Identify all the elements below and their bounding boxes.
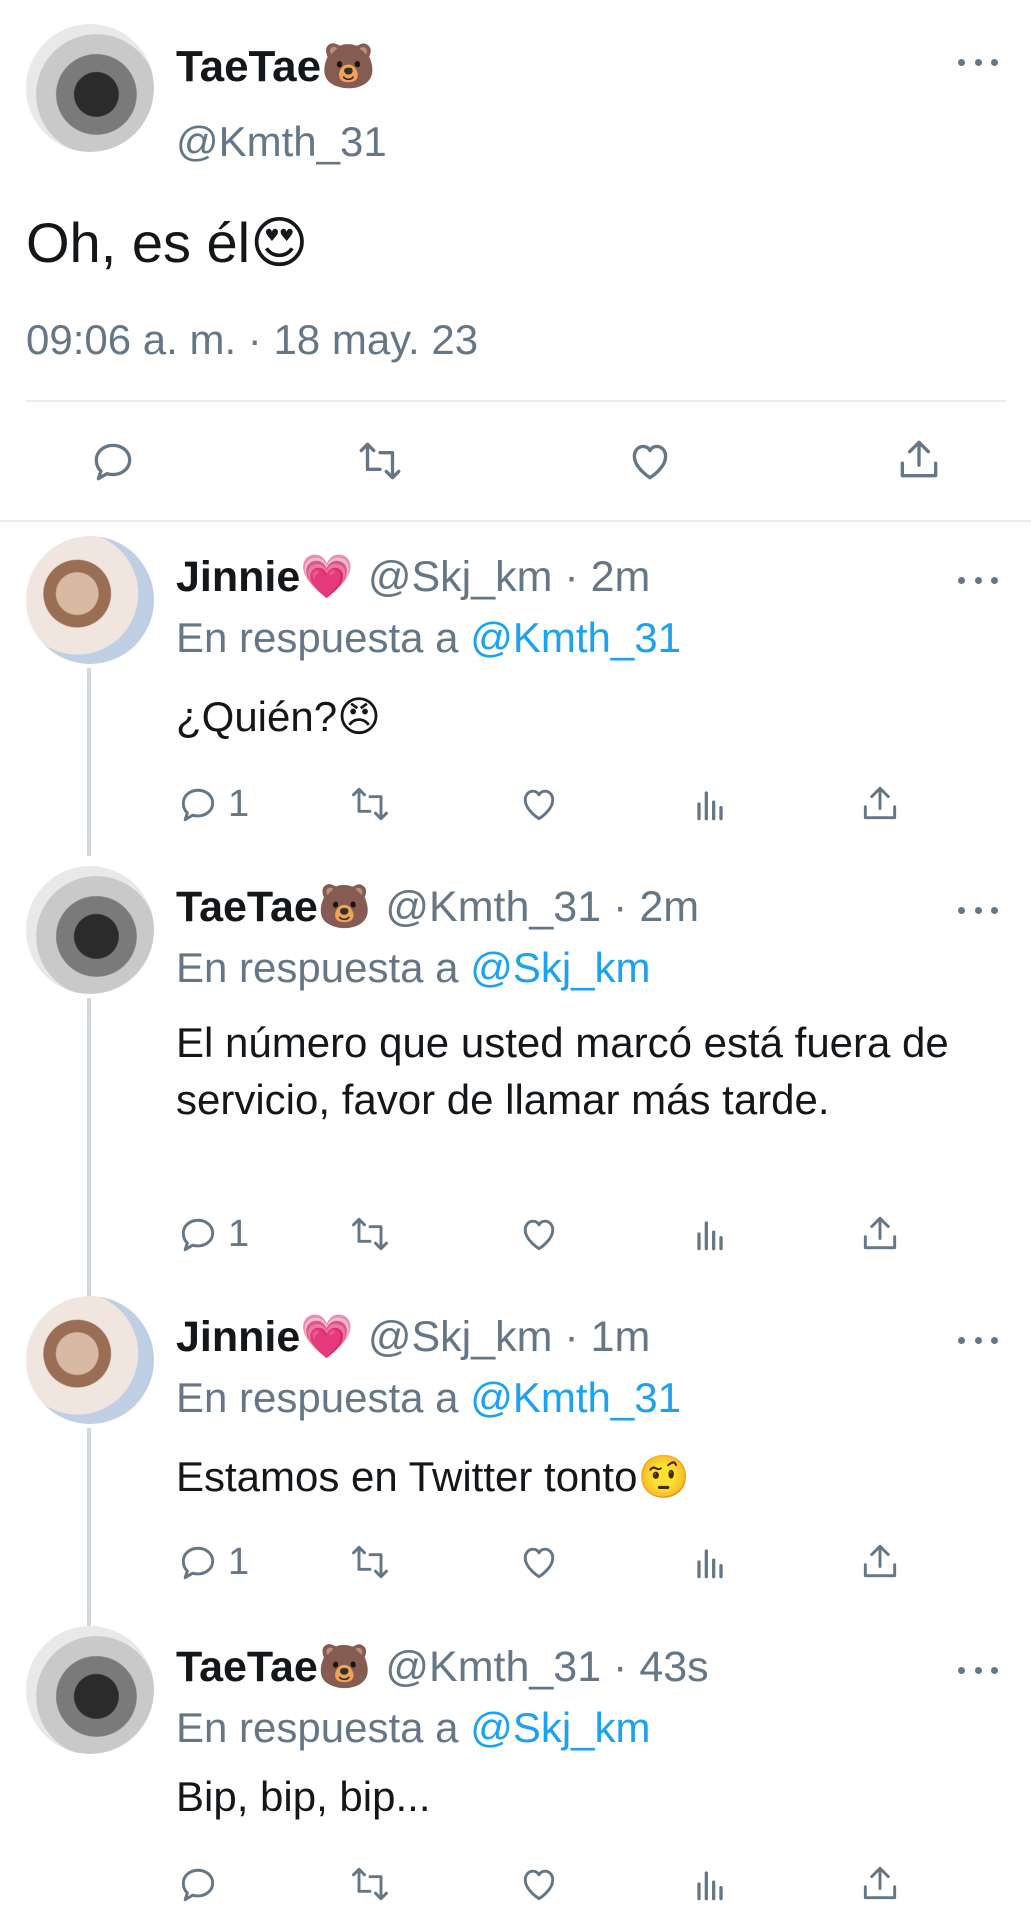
avatar[interactable] — [26, 1626, 154, 1754]
mention-link[interactable]: @Kmth_31 — [470, 614, 681, 661]
reply-text-body: Estamos en Twitter tonto — [176, 1453, 638, 1500]
reply-text: Bip, bip, bip... — [176, 1768, 976, 1825]
more-icon[interactable] — [958, 1334, 998, 1346]
reply-header: Jinnie💗 @Skj_km · 1m — [176, 1312, 650, 1362]
more-icon[interactable] — [958, 1664, 998, 1676]
heart-eyes-emoji: 😍 — [250, 211, 309, 276]
author-name[interactable]: TaeTae🐻 — [176, 40, 376, 92]
more-icon[interactable] — [958, 56, 998, 68]
author-handle-time: @Skj_km · 2m — [367, 553, 651, 601]
in-reply-to: En respuesta a @Skj_km — [176, 944, 651, 992]
retweet-icon[interactable] — [346, 782, 394, 826]
author-handle[interactable]: @Kmth_31 — [176, 118, 387, 166]
author-name[interactable]: Jinnie — [176, 553, 300, 601]
divider — [26, 400, 1006, 402]
reply-icon[interactable] — [176, 782, 220, 826]
reply-tweet[interactable]: TaeTae🐻 @Kmth_31 · 43s En respuesta a @Sk… — [0, 1626, 1031, 1920]
reply-header: Jinnie💗 @Skj_km · 2m — [176, 552, 650, 602]
author-handle-time: @Kmth_31 · 43s — [385, 1643, 709, 1691]
analytics-icon[interactable] — [688, 782, 732, 826]
analytics-icon[interactable] — [688, 1212, 732, 1256]
in-reply-label: En respuesta a — [176, 944, 459, 991]
avatar[interactable] — [26, 536, 154, 664]
author-name[interactable]: TaeTae — [176, 1643, 318, 1691]
in-reply-label: En respuesta a — [176, 1704, 459, 1751]
author-name[interactable]: Jinnie — [176, 1313, 300, 1361]
analytics-icon[interactable] — [688, 1540, 732, 1584]
reply-text-body: ¿Quién? — [176, 693, 338, 740]
like-icon[interactable] — [624, 436, 676, 486]
reply-actions: 1 — [0, 1208, 1031, 1258]
reply-icon[interactable] — [176, 1212, 220, 1256]
reply-text: Estamos en Twitter tonto🤨 — [176, 1448, 976, 1505]
reply-header: TaeTae🐻 @Kmth_31 · 2m — [176, 882, 699, 932]
more-icon[interactable] — [958, 904, 998, 916]
reply-text-body: Bip, bip, bip... — [176, 1773, 431, 1820]
reply-tweet[interactable]: Jinnie💗 @Skj_km · 2m En respuesta a @Kmth… — [0, 536, 1031, 866]
reply-text-body: El número que usted marcó está fuera de … — [176, 1019, 949, 1123]
mention-link[interactable]: @Kmth_31 — [470, 1374, 681, 1421]
angry-emoji: 😠 — [337, 692, 381, 741]
bear-emoji: 🐻 — [317, 882, 372, 932]
in-reply-label: En respuesta a — [176, 614, 459, 661]
mention-link[interactable]: @Skj_km — [470, 1704, 650, 1751]
retweet-icon[interactable] — [346, 1212, 394, 1256]
author-handle-time: @Kmth_31 · 2m — [385, 883, 700, 931]
raised-eyebrow-emoji: 🤨 — [637, 1452, 690, 1501]
avatar[interactable] — [26, 866, 154, 994]
reply-count: 1 — [228, 783, 250, 825]
analytics-icon[interactable] — [688, 1862, 732, 1906]
share-icon[interactable] — [858, 1210, 902, 1256]
main-tweet: TaeTae🐻 @Kmth_31 Oh, es él😍 09:06 a. m. … — [0, 0, 1031, 522]
tweet-text: Oh, es él😍 — [26, 210, 309, 276]
tweet-actions — [0, 430, 1031, 490]
avatar[interactable] — [26, 24, 154, 152]
in-reply-to: En respuesta a @Kmth_31 — [176, 614, 681, 662]
reply-count: 1 — [228, 1541, 250, 1583]
reply-actions: 1 — [0, 1536, 1031, 1586]
reply-actions — [0, 1858, 1031, 1908]
share-icon[interactable] — [858, 1538, 902, 1584]
retweet-icon[interactable] — [346, 1862, 394, 1906]
like-icon[interactable] — [516, 782, 562, 826]
retweet-icon[interactable] — [346, 1540, 394, 1584]
like-icon[interactable] — [516, 1862, 562, 1906]
mention-link[interactable]: @Skj_km — [470, 944, 650, 991]
author-name-text: TaeTae — [176, 42, 322, 91]
more-icon[interactable] — [958, 574, 998, 586]
share-icon[interactable] — [894, 432, 944, 486]
share-icon[interactable] — [858, 780, 902, 826]
like-icon[interactable] — [516, 1540, 562, 1584]
tweet-timestamp[interactable]: 09:06 a. m. · 18 may. 23 — [26, 316, 478, 364]
reply-text: ¿Quién?😠 — [176, 688, 976, 745]
reply-icon[interactable] — [176, 1862, 220, 1906]
bear-emoji: 🐻 — [321, 41, 376, 92]
reply-tweet[interactable]: TaeTae🐻 @Kmth_31 · 2m En respuesta a @Skj… — [0, 866, 1031, 1296]
in-reply-to: En respuesta a @Skj_km — [176, 1704, 651, 1752]
reply-text: El número que usted marcó está fuera de … — [176, 1014, 976, 1128]
reply-tweet[interactable]: Jinnie💗 @Skj_km · 1m En respuesta a @Kmth… — [0, 1296, 1031, 1626]
tweet-text-body: Oh, es él — [26, 211, 251, 274]
divider — [0, 520, 1031, 522]
reply-icon[interactable] — [88, 436, 138, 486]
reply-header: TaeTae🐻 @Kmth_31 · 43s — [176, 1642, 709, 1692]
in-reply-to: En respuesta a @Kmth_31 — [176, 1374, 681, 1422]
retweet-icon[interactable] — [352, 436, 408, 486]
sparkling-heart-emoji: 💗 — [300, 1312, 354, 1362]
in-reply-label: En respuesta a — [176, 1374, 459, 1421]
reply-actions: 1 — [0, 778, 1031, 828]
bear-emoji: 🐻 — [317, 1642, 372, 1692]
author-handle-time: @Skj_km · 1m — [367, 1313, 651, 1361]
avatar[interactable] — [26, 1296, 154, 1424]
like-icon[interactable] — [516, 1212, 562, 1256]
sparkling-heart-emoji: 💗 — [300, 552, 354, 602]
reply-count: 1 — [228, 1213, 250, 1255]
reply-icon[interactable] — [176, 1540, 220, 1584]
share-icon[interactable] — [858, 1860, 902, 1906]
author-name[interactable]: TaeTae — [176, 883, 318, 931]
